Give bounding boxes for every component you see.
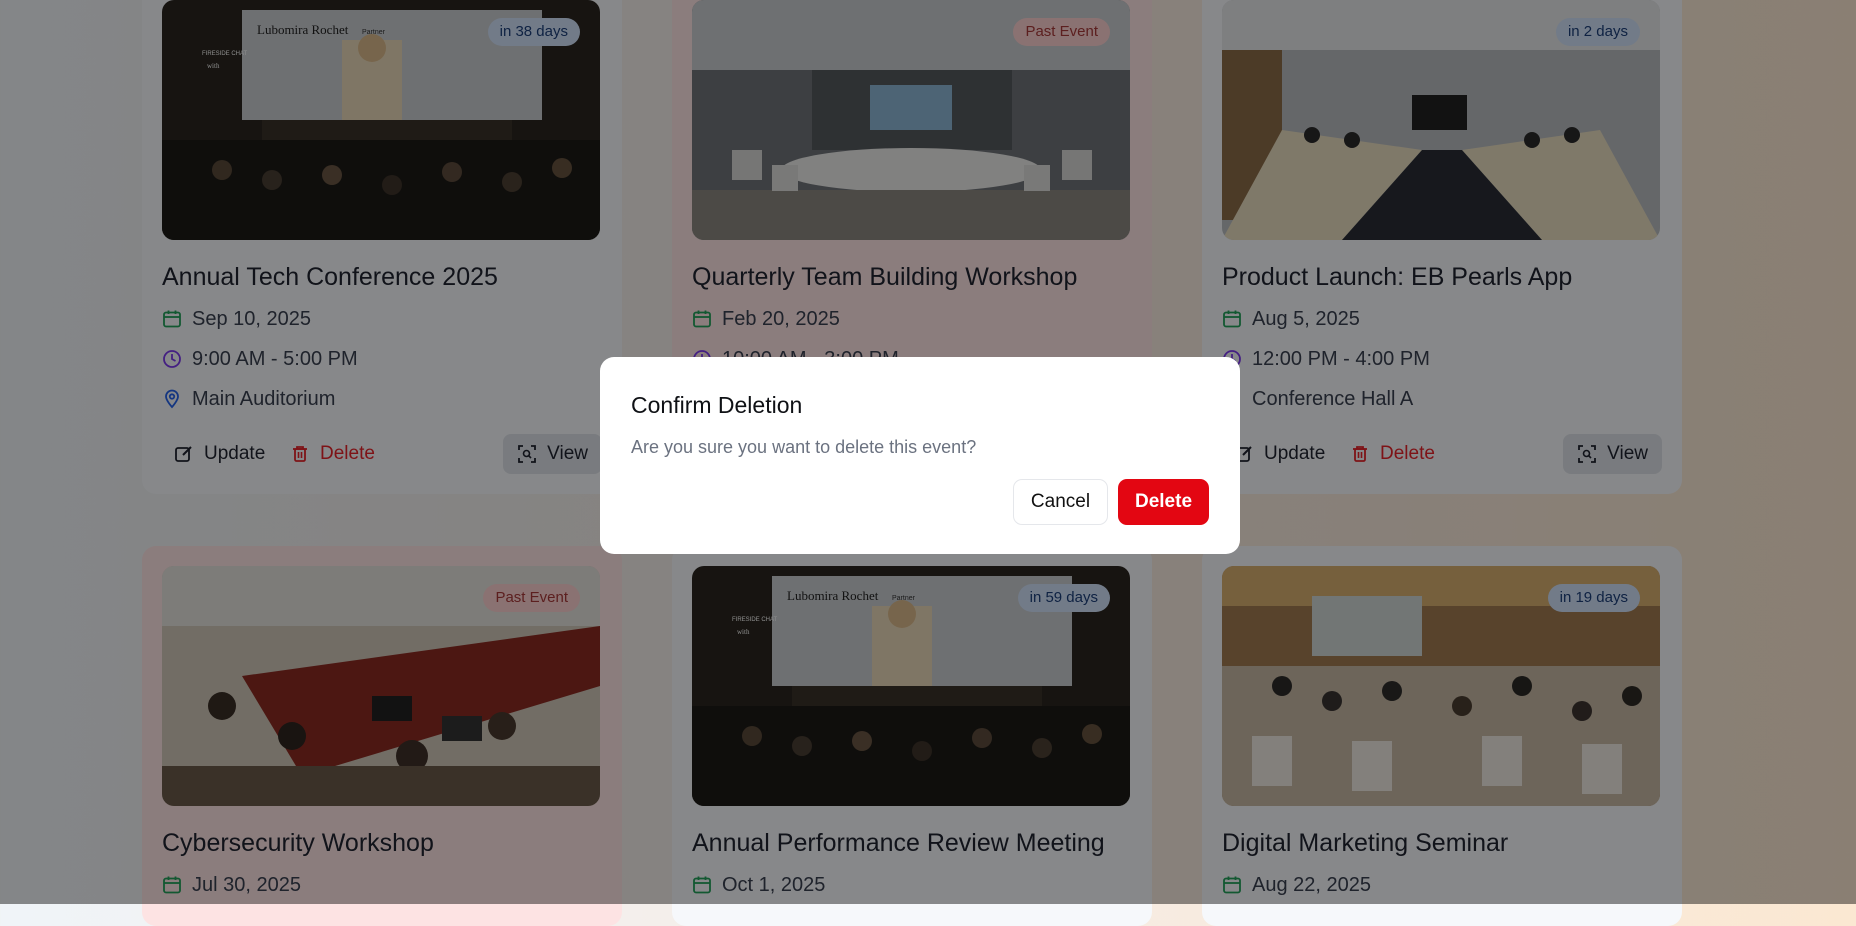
dialog-title: Confirm Deletion [631,392,803,418]
confirm-deletion-dialog: Confirm Deletion Are you sure you want t… [600,357,1240,554]
cancel-button[interactable]: Cancel [1013,479,1108,525]
dialog-message: Are you sure you want to delete this eve… [631,437,977,457]
confirm-delete-button[interactable]: Delete [1118,479,1209,525]
